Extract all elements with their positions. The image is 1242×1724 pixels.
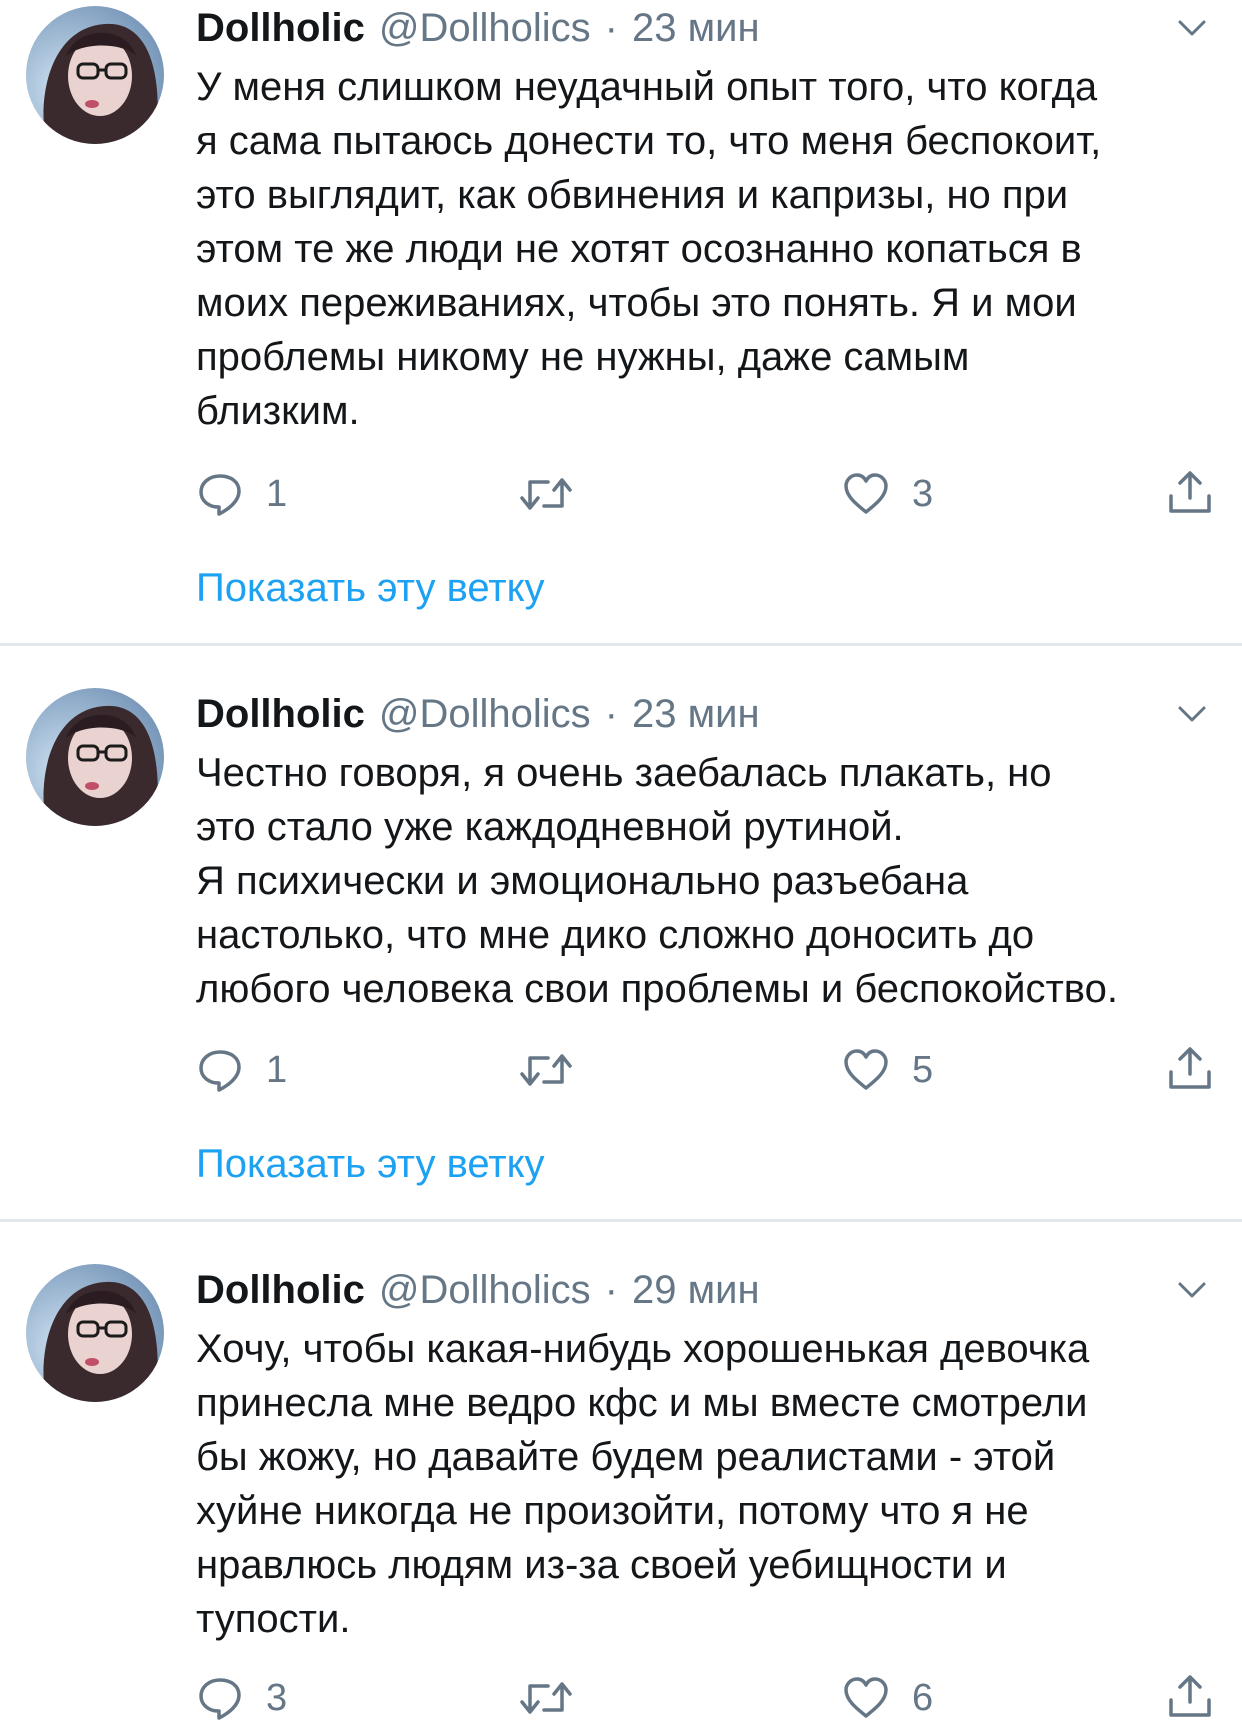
reply-icon [196,470,244,518]
reply-button[interactable]: 1 [196,468,287,520]
reply-count: 3 [266,1676,288,1719]
retweet-icon [518,470,574,518]
like-button[interactable]: 6 [842,1672,933,1724]
tweet-header: Dollholic @Dollholics · 29 мин [196,1262,760,1318]
user-handle[interactable]: @Dollholics [379,6,591,51]
like-count: 5 [912,1048,934,1091]
tweet-text: Хочу, чтобы какая-нибудь хорошенькая дев… [196,1327,1090,1641]
tweet-text: Честно говоря, я очень заебалась плакать… [196,751,1118,1011]
share-button[interactable] [1166,466,1214,518]
avatar-image [26,6,164,144]
retweet-icon [518,1046,574,1094]
like-button[interactable]: 3 [842,468,933,520]
divider [0,643,1242,646]
reply-count: 1 [266,1048,288,1091]
share-button[interactable] [1166,1042,1214,1094]
heart-icon [842,470,890,518]
separator-dot: · [604,1267,618,1312]
chevron-down-icon[interactable] [1172,694,1212,734]
retweet-button[interactable] [518,1044,574,1096]
retweet-button[interactable] [518,1672,574,1724]
like-button[interactable]: 5 [842,1044,933,1096]
timestamp[interactable]: 23 мин [632,692,760,737]
share-icon [1166,468,1214,516]
reply-icon [196,1046,244,1094]
divider [0,1219,1242,1222]
reply-count: 1 [266,472,288,515]
share-icon [1166,1044,1214,1092]
tweet-text: У меня слишком неудачный опыт того, что … [196,65,1102,433]
heart-icon [842,1674,890,1722]
show-thread-link[interactable]: Показать эту ветку [196,1142,545,1187]
like-count: 6 [912,1676,934,1719]
share-button[interactable] [1166,1670,1214,1722]
reply-icon [196,1674,244,1722]
display-name[interactable]: Dollholic [196,6,365,51]
user-handle[interactable]: @Dollholics [379,1268,591,1313]
tweet[interactable]: Dollholic @Dollholics · 23 мин У меня сл… [0,0,1242,610]
share-icon [1166,1672,1214,1720]
avatar[interactable] [26,688,164,826]
display-name[interactable]: Dollholic [196,1268,365,1313]
avatar-image [26,1264,164,1402]
timestamp[interactable]: 29 мин [632,1268,760,1313]
tweet-header: Dollholic @Dollholics · 23 мин [196,0,760,56]
avatar-image [26,688,164,826]
reply-button[interactable]: 3 [196,1672,287,1724]
show-thread-link[interactable]: Показать эту ветку [196,566,545,611]
separator-dot: · [604,5,618,50]
chevron-down-icon[interactable] [1172,1270,1212,1310]
retweet-icon [518,1674,574,1722]
like-count: 3 [912,472,934,515]
timestamp[interactable]: 23 мин [632,6,760,51]
avatar[interactable] [26,1264,164,1402]
retweet-button[interactable] [518,468,574,520]
display-name[interactable]: Dollholic [196,692,365,737]
tweet[interactable]: Dollholic @Dollholics · 23 мин Честно го… [0,686,1242,1206]
user-handle[interactable]: @Dollholics [379,692,591,737]
tweet[interactable]: Dollholic @Dollholics · 29 мин Хочу, что… [0,1262,1242,1720]
avatar[interactable] [26,6,164,144]
chevron-down-icon[interactable] [1172,8,1212,48]
heart-icon [842,1046,890,1094]
reply-button[interactable]: 1 [196,1044,287,1096]
tweet-header: Dollholic @Dollholics · 23 мин [196,686,760,742]
separator-dot: · [604,691,618,736]
